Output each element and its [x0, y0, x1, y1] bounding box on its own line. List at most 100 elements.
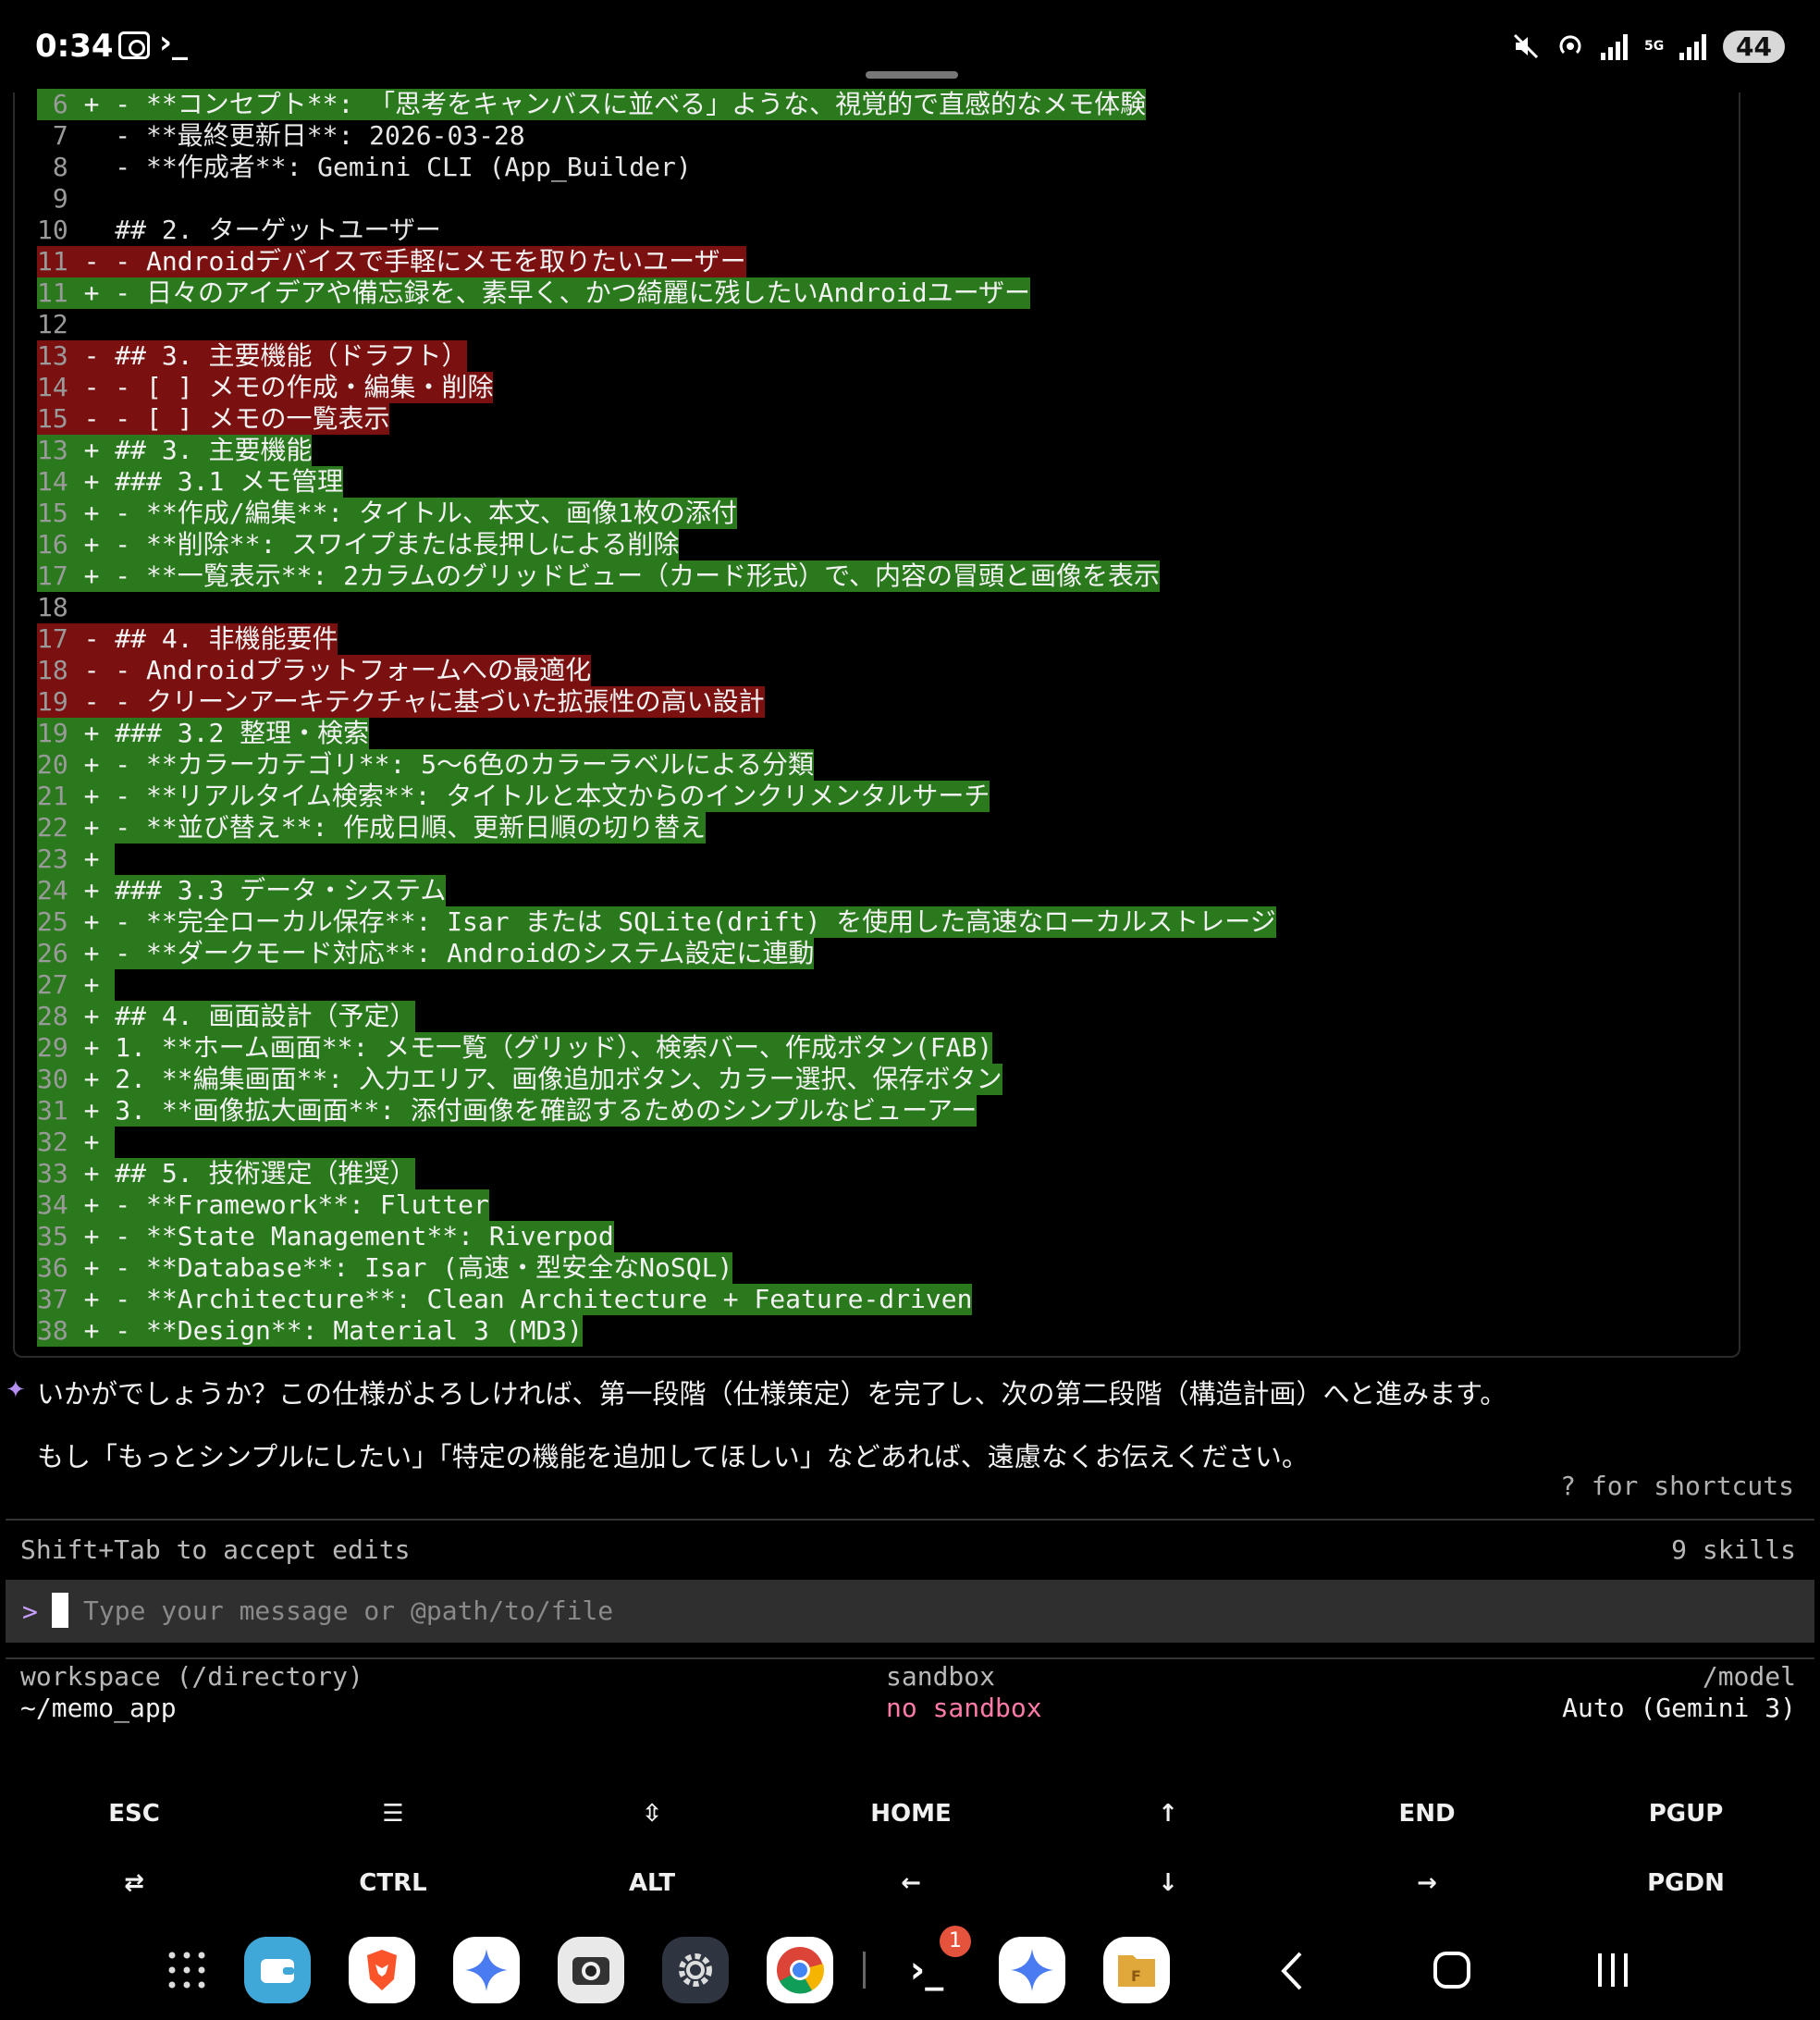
home-icon[interactable]: [1432, 1950, 1472, 1990]
key-menu[interactable]: ☰: [301, 1800, 486, 1828]
model-info: /model Auto (Gemini 3): [1562, 1661, 1796, 1724]
key-down[interactable]: ↓: [1076, 1869, 1260, 1897]
diff-line-added: 36 + - **Database**: Isar (高速・型安全なNoSQL): [37, 1252, 1776, 1284]
diff-text: ### 3.2 整理・検索: [115, 718, 370, 748]
key-up[interactable]: ↑: [1076, 1800, 1260, 1828]
diff-line-content: 32 +: [37, 1127, 116, 1158]
diff-line-content: 11 - - Androidデバイスで手軽にメモを取りたいユーザー: [37, 246, 746, 277]
diff-sign: +: [83, 781, 100, 811]
message-input-box[interactable]: >: [6, 1580, 1814, 1643]
gemini-app-icon-2[interactable]: [999, 1937, 1065, 2003]
workspace-label: workspace (/directory): [20, 1661, 363, 1692]
diff-sign: +: [83, 718, 100, 748]
line-number: 33: [37, 1158, 68, 1189]
key-left[interactable]: ←: [818, 1869, 1003, 1897]
line-number: 9: [52, 183, 68, 214]
line-number: 17: [37, 623, 68, 654]
assistant-message-line-2: もし「もっとシンプルにしたい」「特定の機能を追加してほしい」などあれば、遠慮なく…: [37, 1441, 1309, 1472]
diff-line-content: 34 + - **Framework**: Flutter: [37, 1189, 489, 1221]
diff-text: 1. **ホーム画面**: メモ一覧（グリッド）、検索バー、作成ボタン(FAB): [115, 1032, 993, 1063]
diff-line-added: 28 + ## 4. 画面設計（予定）: [37, 1001, 1776, 1032]
diff-sign: -: [83, 372, 100, 402]
key-home[interactable]: HOME: [818, 1800, 1003, 1828]
gemini-app-icon[interactable]: [453, 1937, 520, 2003]
text-cursor: [52, 1593, 68, 1628]
key-ctrl[interactable]: CTRL: [301, 1869, 486, 1897]
diff-text: 3. **画像拡大画面**: 添付画像を確認するためのシンプルなビューアー: [115, 1095, 978, 1126]
diff-text: - **ダークモード対応**: Androidのシステム設定に連動: [115, 938, 815, 968]
wallet-app-icon[interactable]: [244, 1937, 311, 2003]
diff-sign: [84, 592, 100, 622]
line-number: 35: [37, 1221, 68, 1251]
app-drawer-icon[interactable]: [166, 1950, 207, 1990]
diff-line-content: 22 + - **並び替え**: 作成日順、更新日順の切り替え: [37, 812, 707, 844]
key-end[interactable]: END: [1334, 1800, 1519, 1828]
line-number: 34: [37, 1189, 68, 1220]
diff-line-added: 27 +: [37, 969, 1776, 1001]
diff-line-content: 14 - - [ ] メモの作成・編集・削除: [37, 372, 494, 403]
diff-line-removed: 14 - - [ ] メモの作成・編集・削除: [37, 372, 1776, 403]
diff-line-removed: 19 - - クリーンアーキテクチャに基づいた拡張性の高い設計: [37, 686, 1776, 718]
diff-sign: +: [83, 466, 100, 497]
line-number: 20: [37, 749, 68, 780]
diff-text: - **リアルタイム検索**: タイトルと本文からのインクリメンタルサーチ: [115, 781, 990, 811]
diff-sign: -: [83, 340, 100, 371]
diff-line-content: 23 +: [37, 844, 116, 875]
line-number: 19: [37, 718, 68, 748]
diff-line-added: 38 + - **Design**: Material 3 (MD3): [37, 1315, 1776, 1347]
diff-text: - Androidプラットフォームへの最適化: [115, 655, 592, 685]
message-input[interactable]: [83, 1589, 1748, 1632]
diff-line-removed: 11 - - Androidデバイスで手軽にメモを取りたいユーザー: [37, 246, 1776, 277]
settings-app-icon[interactable]: [662, 1937, 729, 2003]
workspace-info: workspace (/directory) ~/memo_app: [20, 1661, 363, 1724]
diff-line-context: 9: [37, 183, 1776, 215]
diff-line-content: 14 + ### 3.1 メモ管理: [37, 466, 344, 498]
key-scroll[interactable]: ⇳: [560, 1800, 744, 1828]
diff-line-added: 23 +: [37, 844, 1776, 875]
diff-text: - **最終更新日**: 2026-03-28: [115, 120, 525, 151]
camera-app-icon[interactable]: [558, 1937, 624, 2003]
line-number: 30: [37, 1064, 68, 1094]
diff-sign: [84, 183, 100, 214]
diff-line-content: 31 + 3. **画像拡大画面**: 添付画像を確認するためのシンプルなビュー…: [37, 1095, 978, 1127]
diff-line-added: 22 + - **並び替え**: 作成日順、更新日順の切り替え: [37, 812, 1776, 844]
key-pgup[interactable]: PGUP: [1593, 1800, 1778, 1828]
diff-text: - Androidデバイスで手軽にメモを取りたいユーザー: [115, 246, 746, 277]
diff-line-added: 33 + ## 5. 技術選定（推奨）: [37, 1158, 1776, 1189]
sparkle-icon: ✦: [6, 1376, 26, 1404]
diff-line-content: 38 + - **Design**: Material 3 (MD3): [37, 1315, 584, 1347]
diff-sign: +: [83, 1315, 100, 1346]
diff-line-content: 18: [37, 592, 115, 623]
diff-text: ## 4. 画面設計（予定）: [115, 1001, 416, 1031]
key-tab[interactable]: ⇄: [42, 1869, 227, 1897]
diff-line-added: 11 + - 日々のアイデアや備忘録を、素早く、かつ綺麗に残したいAndroid…: [37, 277, 1776, 309]
diff-sign: +: [83, 938, 100, 968]
diff-line-added: 13 + ## 3. 主要機能: [37, 435, 1776, 466]
dock-divider: [863, 1952, 866, 1989]
back-icon[interactable]: [1278, 1950, 1306, 1992]
key-right[interactable]: →: [1334, 1869, 1519, 1897]
diff-text: - **作成者**: Gemini CLI (App_Builder): [115, 152, 692, 182]
diff-text: - **並び替え**: 作成日順、更新日順の切り替え: [115, 812, 707, 843]
chrome-app-icon[interactable]: [767, 1937, 833, 2003]
diff-sign: [84, 152, 100, 182]
diff-text: - **Architecture**: Clean Architecture +…: [115, 1284, 973, 1314]
diff-sign: +: [83, 1064, 100, 1094]
model-value: Auto (Gemini 3): [1562, 1693, 1796, 1723]
diff-line-content: 11 + - 日々のアイデアや備忘録を、素早く、かつ綺麗に残したいAndroid…: [37, 277, 1031, 309]
diff-line-added: 16 + - **削除**: スワイプまたは長押しによる削除: [37, 529, 1776, 560]
diff-line-content: 27 +: [37, 969, 116, 1001]
shortcuts-hint: ? for shortcuts: [1560, 1471, 1794, 1501]
key-esc[interactable]: ESC: [42, 1800, 227, 1828]
key-alt[interactable]: ALT: [560, 1869, 744, 1897]
drag-handle[interactable]: [866, 71, 958, 79]
line-number: 31: [37, 1095, 68, 1126]
diff-sign: +: [83, 560, 100, 591]
brave-browser-icon[interactable]: [349, 1937, 415, 2003]
diff-line-added: 29 + 1. **ホーム画面**: メモ一覧（グリッド）、検索バー、作成ボタン…: [37, 1032, 1776, 1064]
files-app-icon[interactable]: F: [1103, 1937, 1170, 2003]
recents-icon[interactable]: [1594, 1950, 1631, 1990]
diff-sign: -: [83, 686, 100, 717]
diff-line-content: 6 + - **コンセプト**: 「思考をキャンバスに並べる」ような、視覚的で直…: [37, 89, 1147, 120]
key-pgdn[interactable]: PGDN: [1593, 1869, 1778, 1897]
